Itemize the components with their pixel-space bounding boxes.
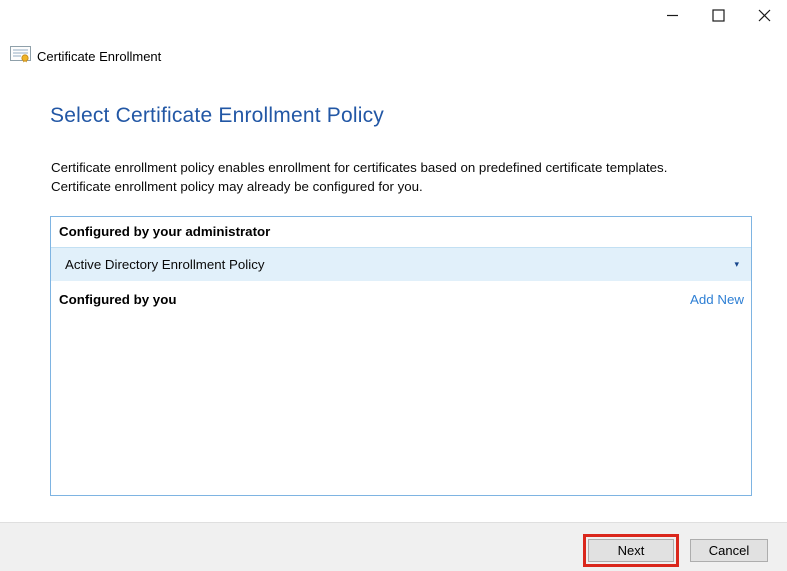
next-button[interactable]: Next [588,539,674,562]
maximize-icon [711,8,725,22]
policy-dropdown[interactable]: Active Directory Enrollment Policy ▾ [51,247,751,281]
close-button[interactable] [741,0,787,30]
description-text: Certificate enrollment policy enables en… [51,158,667,196]
description-line-2: Certificate enrollment policy may alread… [51,179,423,194]
enrollment-policy-panel: Configured by your administrator Active … [50,216,752,496]
admin-section-label: Configured by your administrator [59,224,271,239]
minimize-button[interactable] [649,0,695,30]
certificate-icon [10,45,31,68]
window-controls [649,0,787,30]
minimize-icon [666,9,679,22]
user-section-label: Configured by you [59,291,177,307]
description-line-1: Certificate enrollment policy enables en… [51,160,668,175]
add-new-link[interactable]: Add New [690,292,751,307]
chevron-down-icon[interactable]: ▾ [734,260,751,269]
page-title: Select Certificate Enrollment Policy [50,104,384,127]
footer-bar: Next Cancel [0,522,787,571]
certificate-enrollment-window: Certificate Enrollment Select Certificat… [0,0,787,571]
app-title: Certificate Enrollment [10,45,161,68]
user-section-row: Configured by you Add New [51,288,751,310]
app-title-label: Certificate Enrollment [37,49,162,64]
policy-dropdown-value: Active Directory Enrollment Policy [65,257,265,272]
maximize-button[interactable] [695,0,741,30]
close-icon [758,9,771,22]
cancel-button[interactable]: Cancel [690,539,768,562]
